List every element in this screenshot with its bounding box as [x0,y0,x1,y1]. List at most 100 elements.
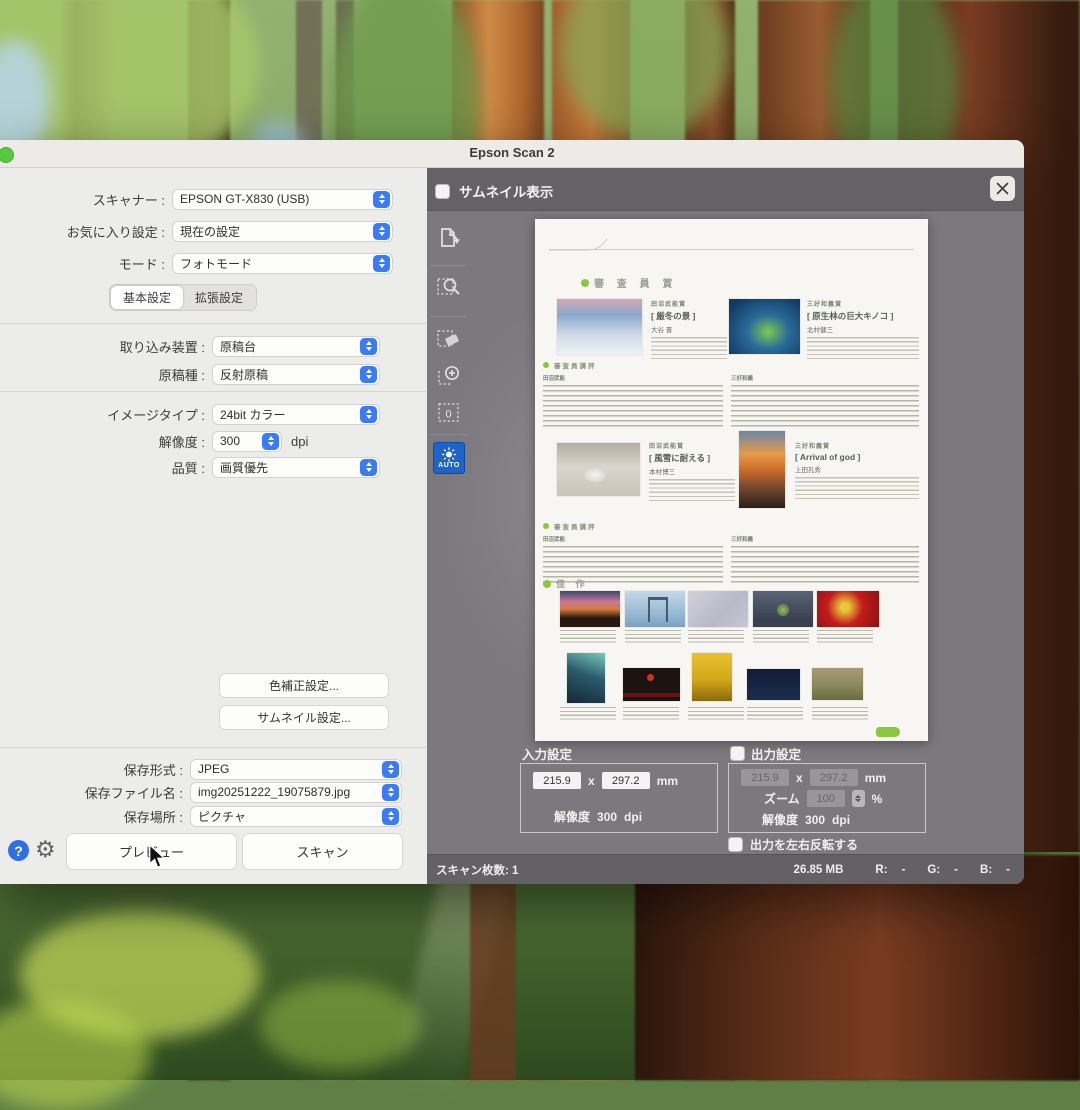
thumbnail-settings-button[interactable]: サムネイル設定... [219,705,389,730]
comment-block-1: 田沼武能 [543,374,723,427]
gear-icon[interactable]: ⚙ [35,839,56,860]
window-title: Epson Scan 2 [0,145,1024,160]
chevron-updown-icon [262,433,279,450]
g-value: - [954,864,958,876]
output-width-field[interactable]: 215.9 [741,769,789,786]
tab-advanced-settings[interactable]: 拡張設定 [183,286,255,309]
mode-select[interactable]: フォトモード [172,253,393,274]
scanned-document-preview[interactable]: 審 査 員 賞 田沼武能賞 [ 厳冬の景 ] 大谷 晋 三好和義賞 [ 原生林の… [535,219,928,741]
zoom-value-field[interactable]: 100 [807,790,845,807]
thumb-caption [688,707,744,721]
thumb-caption [812,707,868,721]
close-icon [996,182,1009,195]
thumb-caption [625,630,681,644]
marquee-count-button[interactable]: 0 [432,396,466,430]
chevron-updown-icon [360,459,377,476]
dpi-unit: dpi [291,434,308,449]
chevron-updown-icon [382,761,399,778]
zoom-marquee-icon [435,273,463,301]
b-label: B: [980,864,992,876]
help-button[interactable]: ? [8,840,29,861]
preview-header: サムネイル表示 [427,168,1024,211]
comment-block-2: 三好和義 [731,374,919,427]
input-width-field[interactable]: 215.9 [533,772,581,789]
section-judges-comment-2: 審査員講評 [543,521,597,531]
white-horse [584,468,606,482]
thumb-photo [560,591,620,627]
marquee-count-icon: 0 [435,399,463,427]
output-resolution-value: 300 [805,813,825,827]
tab-basic-settings[interactable]: 基本設定 [111,286,183,309]
color-correction-button[interactable]: 色補正設定... [219,673,389,698]
favorite-settings-select[interactable]: 現在の設定 [172,221,393,242]
chevron-updown-icon [382,784,399,801]
input-height-field[interactable]: 297.2 [602,772,650,789]
dark-horizon [623,693,680,697]
save-format-label: 保存形式 : [0,760,183,779]
source-select[interactable]: 原稿台 [212,336,380,357]
section-honorable-mention: 佳 作 [543,577,589,590]
settings-tabs: 基本設定 拡張設定 [109,284,257,311]
save-filename-label: 保存ファイル名 : [0,783,183,802]
eraser-marquee-icon [435,326,463,354]
separator [0,747,427,748]
input-resolution-label: 解像度 [554,808,590,825]
auto-exposure-button[interactable]: AUTO [433,442,465,474]
thumb-photo [817,591,879,627]
separator [0,323,427,324]
chevron-updown-icon [360,406,377,423]
thumb-caption [560,630,616,644]
thumb-photo [753,591,813,627]
resolution-combo[interactable]: 300 [212,431,282,452]
brightness-sun-icon [441,447,457,462]
file-size: 26.85 MB [794,864,844,876]
zoom-tool-button[interactable] [432,270,466,304]
save-location-label: 保存場所 : [0,807,183,826]
scan-count: スキャン枚数: 1 [436,862,518,878]
output-settings-checkbox[interactable] [730,746,745,761]
document-type-select[interactable]: 反射原稿 [212,364,380,385]
image-type-select[interactable]: 24bit カラー [212,404,380,425]
chevron-updown-icon [382,808,399,825]
output-resolution-label: 解像度 [762,811,798,828]
svg-text:0: 0 [445,409,451,421]
image-type-label: イメージタイプ : [0,405,205,424]
red-moon [647,674,654,681]
mirror-output-row: 出力を左右反転する [728,836,858,853]
scanner-select[interactable]: EPSON GT-X830 (USB) [172,189,393,210]
save-filename-select[interactable]: img20251222_19075879.jpg [190,782,402,803]
quality-select[interactable]: 画質優先 [212,457,380,478]
section-judges-award: 審 査 員 賞 [581,275,677,290]
zoom-stepper[interactable] [852,790,865,807]
titlebar[interactable]: Epson Scan 2 [0,140,1024,168]
torii-gate [648,597,668,622]
source-label: 取り込み装置 : [0,337,205,356]
mode-label: モード : [0,254,165,273]
toolbar-separator [431,265,467,266]
scan-button[interactable]: スキャン [242,833,403,870]
chevron-updown-icon [373,223,390,240]
save-format-select[interactable]: JPEG [190,759,402,780]
save-location-select[interactable]: ピクチャ [190,806,402,827]
b-value: - [1006,864,1010,876]
green-page-badge [876,727,900,737]
thumb-caption [817,630,873,644]
thumb-photo [623,668,680,701]
thumb-photo [812,668,863,700]
erase-marquee-button[interactable] [432,323,466,357]
mirror-output-label: 出力を左右反転する [750,836,858,853]
output-height-field[interactable]: 297.2 [810,769,858,786]
epson-scan-window: Epson Scan 2 スキャナー : EPSON GT-X830 (USB)… [0,140,1024,884]
award-caption-4: 三好和義賞 [ Arrival of god ] 上田孔秀 [795,441,919,499]
mirror-output-checkbox[interactable] [728,837,743,852]
close-button[interactable] [990,176,1015,201]
settings-panel: スキャナー : EPSON GT-X830 (USB) お気に入り設定 : 現在… [0,168,427,884]
thumbnail-view-checkbox[interactable] [435,184,450,199]
thumb-caption [623,707,679,721]
thumb-caption [688,630,744,644]
rotate-tool-button[interactable] [432,222,466,256]
chevron-updown-icon [360,338,377,355]
chevron-updown-icon [373,255,390,272]
add-marquee-button[interactable] [432,360,466,394]
input-settings-title: 入力設定 [522,744,572,763]
